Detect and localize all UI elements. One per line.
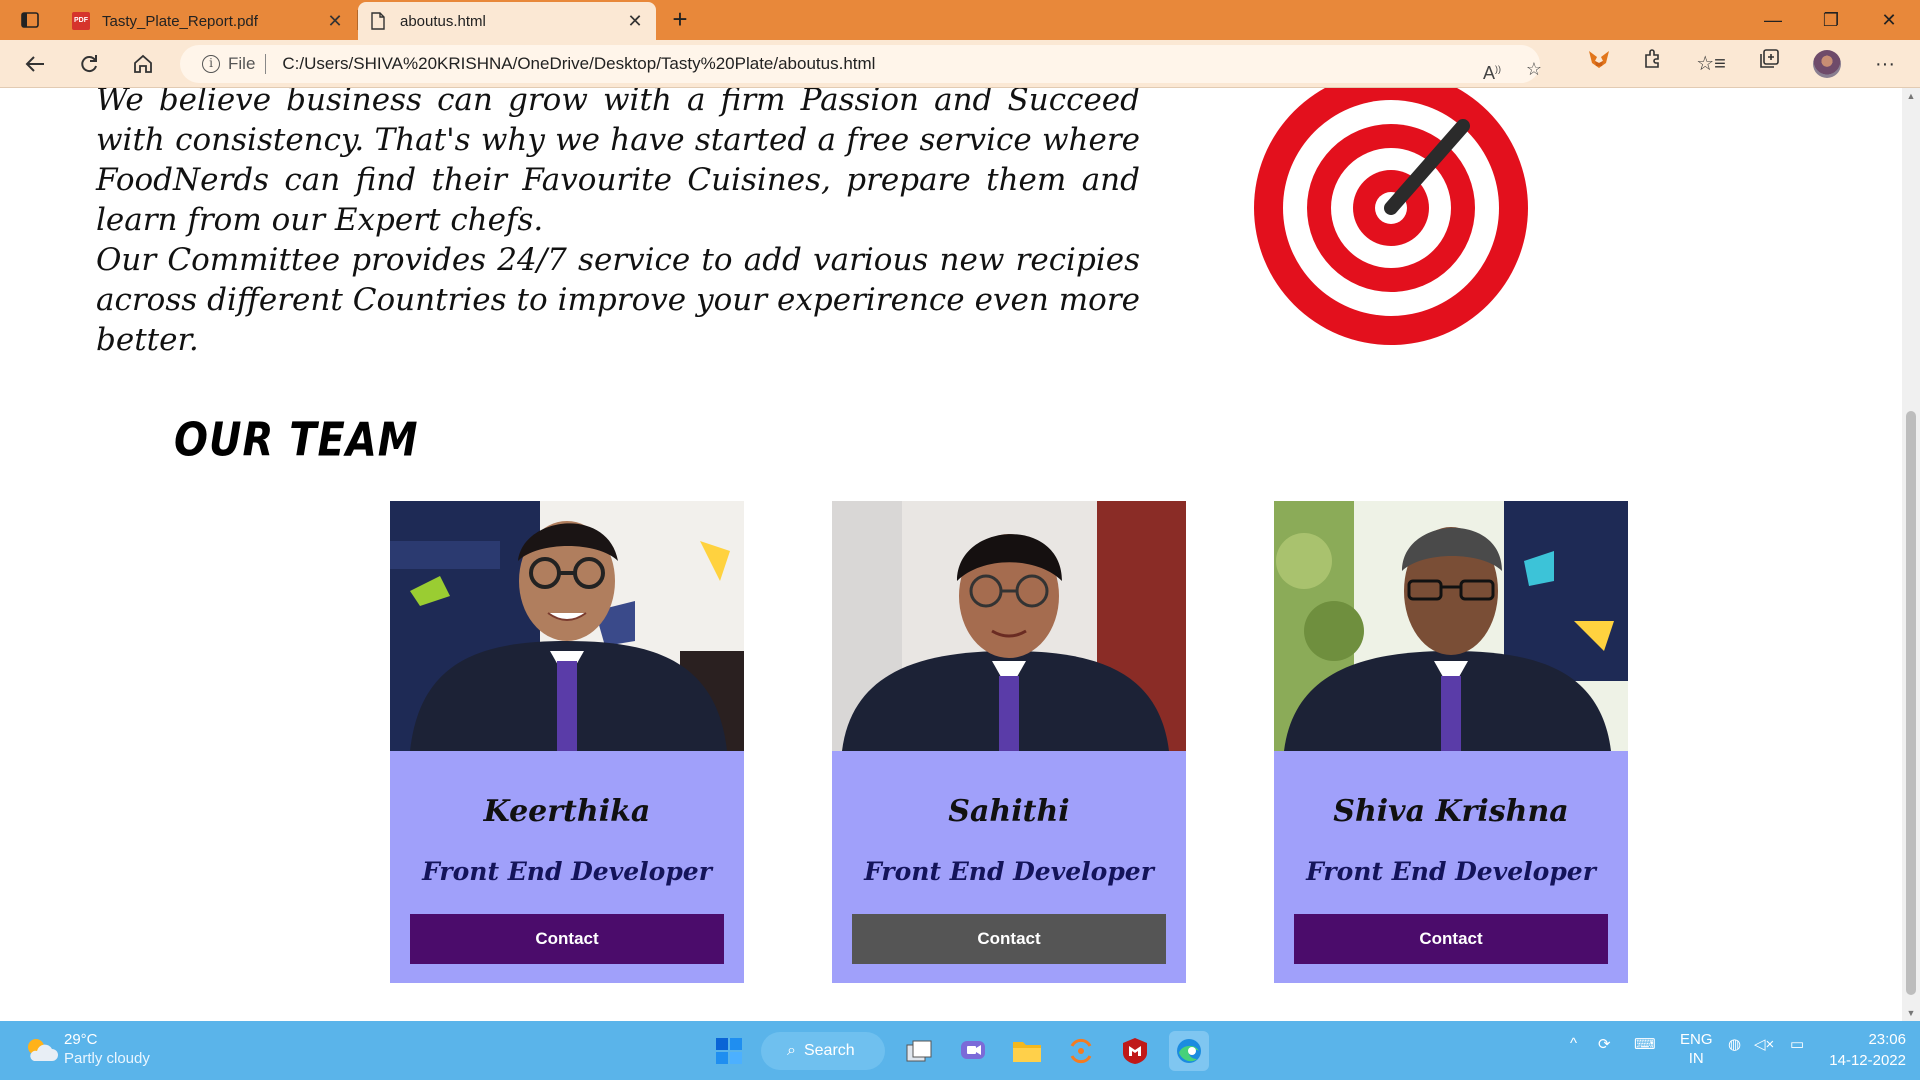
tab-tasty-plate-report[interactable]: PDF Tasty_Plate_Report.pdf ✕ (60, 2, 356, 40)
teams-chat-icon[interactable] (953, 1031, 993, 1071)
team-member-photo (390, 501, 744, 751)
clock-date: 14-12-2022 (1829, 1052, 1906, 1069)
tab-title: Tasty_Plate_Report.pdf (102, 12, 258, 30)
home-icon[interactable] (126, 48, 160, 80)
favorites-icon[interactable]: ☆≡ (1694, 48, 1728, 80)
battery-icon[interactable]: ▭ (1790, 1035, 1804, 1053)
refresh-icon[interactable] (72, 48, 106, 80)
file-icon (370, 12, 388, 30)
team-card: Keerthika Front End Developer Contact (390, 501, 744, 983)
team-member-photo (832, 501, 1186, 751)
weather-widget[interactable]: 29°C Partly cloudy (24, 1031, 150, 1069)
app-launcher-icon[interactable] (1061, 1031, 1101, 1071)
close-window-icon[interactable]: ✕ (1860, 0, 1918, 40)
team-member-name: Shiva Krishna (1333, 794, 1569, 829)
team-member-name: Keerthika (483, 794, 651, 829)
url-text[interactable]: C:/Users/SHIVA%20KRISHNA/OneDrive/Deskto… (282, 54, 875, 74)
browser-toolbar: i File C:/Users/SHIVA%20KRISHNA/OneDrive… (0, 40, 1920, 88)
taskbar-search[interactable]: ⌕ Search (761, 1032, 885, 1070)
team-member-name: Sahithi (948, 794, 1070, 829)
team-member-role: Front End Developer (1306, 857, 1596, 886)
task-view-icon[interactable] (899, 1031, 939, 1071)
taskbar: 29°C Partly cloudy ⌕ Search ^ ⟳ ⌨ ENG IN… (0, 1021, 1920, 1080)
team-member-photo (1274, 501, 1628, 751)
language-indicator[interactable]: ENG IN (1680, 1030, 1713, 1068)
team-member-role: Front End Developer (864, 857, 1154, 886)
scrollbar-thumb[interactable] (1906, 411, 1916, 995)
file-label: File (228, 54, 256, 73)
sync-icon[interactable]: ⟳ (1598, 1035, 1611, 1053)
tab-title: aboutus.html (400, 12, 486, 30)
contact-button[interactable]: Contact (852, 914, 1166, 964)
contact-button[interactable]: Contact (1294, 914, 1608, 964)
page-scrollbar[interactable]: ▲ ▼ (1902, 88, 1920, 1021)
volume-muted-icon[interactable]: ◁× (1754, 1035, 1774, 1053)
extensions-icon[interactable] (1636, 48, 1670, 80)
address-divider (265, 54, 267, 74)
edge-icon[interactable] (1169, 1031, 1209, 1071)
metamask-icon[interactable] (1582, 48, 1616, 80)
read-aloud-icon[interactable]: A)) (1478, 55, 1506, 83)
close-tab-icon[interactable]: ✕ (326, 11, 344, 32)
partly-cloudy-icon (28, 1039, 58, 1061)
back-icon[interactable] (18, 48, 52, 80)
tab-aboutus[interactable]: aboutus.html ✕ (358, 2, 656, 40)
keyboard-icon[interactable]: ⌨ (1634, 1035, 1656, 1053)
tab-actions-icon[interactable] (12, 8, 48, 32)
address-bar[interactable]: i File C:/Users/SHIVA%20KRISHNA/OneDrive… (180, 45, 1542, 83)
pdf-icon: PDF (72, 12, 90, 30)
language-line1: ENG (1680, 1031, 1713, 1048)
restore-icon[interactable]: ❐ (1802, 0, 1860, 40)
about-text-block: We believe business can grow with a firm… (96, 88, 1140, 360)
page-viewport: We believe business can grow with a firm… (0, 88, 1902, 1021)
team-card: Sahithi Front End Developer Contact (832, 501, 1186, 983)
tab-bar: PDF Tasty_Plate_Report.pdf ✕ aboutus.htm… (0, 0, 1920, 40)
minimize-icon[interactable]: — (1744, 0, 1802, 40)
clock[interactable]: 23:06 14-12-2022 (1826, 1029, 1906, 1071)
team-card: Shiva Krishna Front End Developer Contac… (1274, 501, 1628, 983)
target-icon (1254, 88, 1528, 345)
close-tab-icon[interactable]: ✕ (626, 11, 644, 32)
show-hidden-icons-icon[interactable]: ^ (1570, 1035, 1577, 1052)
about-paragraph: We believe business can grow with a firm… (96, 88, 1140, 238)
start-icon[interactable] (709, 1031, 749, 1071)
team-heading: OUR TEAM (174, 414, 419, 467)
team-member-role: Front End Developer (422, 857, 712, 886)
search-label: Search (803, 1042, 855, 1059)
committee-paragraph: Our Committee provides 24/7 service to a… (96, 242, 1140, 358)
scroll-down-icon[interactable]: ▼ (1902, 1005, 1920, 1021)
network-globe-icon[interactable]: ◍ (1728, 1035, 1741, 1053)
info-icon[interactable]: i (202, 55, 220, 73)
scroll-up-icon[interactable]: ▲ (1902, 88, 1920, 104)
weather-temp: 29°C (64, 1031, 98, 1048)
file-explorer-icon[interactable] (1007, 1031, 1047, 1071)
clock-time: 23:06 (1868, 1031, 1906, 1048)
language-line2: IN (1688, 1050, 1704, 1067)
collections-icon[interactable] (1752, 48, 1786, 80)
new-tab-icon[interactable]: + (664, 4, 696, 36)
favorite-star-icon[interactable]: ☆ (1520, 55, 1548, 83)
contact-button[interactable]: Contact (410, 914, 724, 964)
search-icon: ⌕ (787, 1042, 796, 1059)
more-menu-icon[interactable]: ··· (1868, 48, 1902, 80)
mcafee-icon[interactable] (1115, 1031, 1155, 1071)
profile-avatar[interactable] (1810, 48, 1844, 80)
weather-condition: Partly cloudy (64, 1050, 150, 1067)
